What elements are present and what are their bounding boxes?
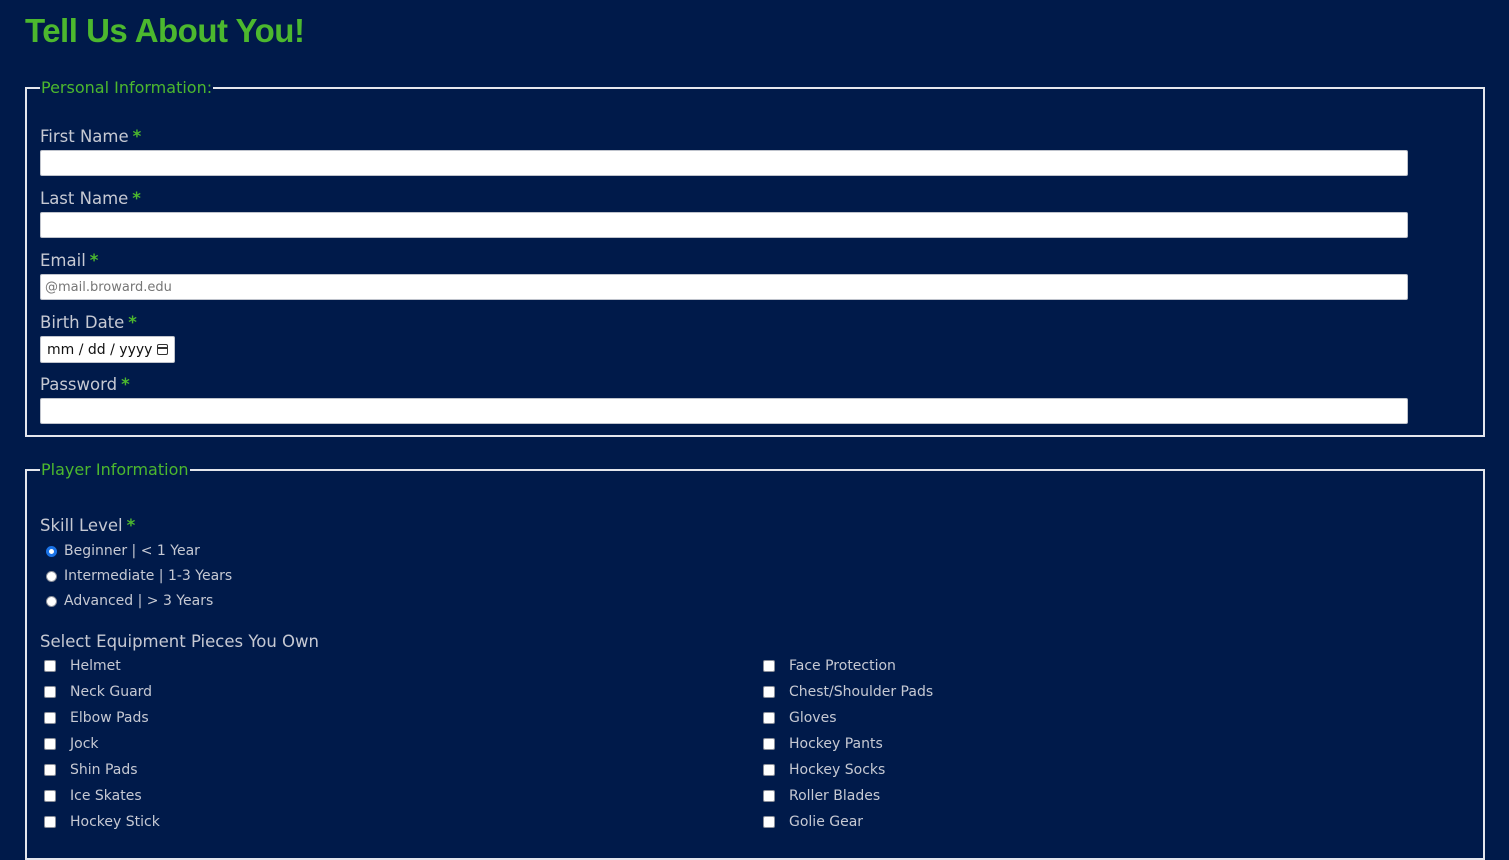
checkbox[interactable] (763, 712, 775, 724)
personal-information-fieldset: Personal Information: First Name * Last N… (25, 78, 1485, 437)
checkbox[interactable] (763, 686, 775, 698)
checkbox[interactable] (44, 686, 56, 698)
first-name-label: First Name * (40, 127, 141, 146)
required-marker: * (89, 251, 99, 270)
equipment-item[interactable]: Golie Gear (763, 814, 863, 830)
checkbox[interactable] (763, 790, 775, 802)
equipment-item[interactable]: Face Protection (763, 658, 896, 674)
checkbox[interactable] (44, 816, 56, 828)
checkbox[interactable] (44, 790, 56, 802)
player-information-legend: Player Information (41, 460, 189, 479)
last-name-label-text: Last Name (40, 189, 129, 208)
checkbox[interactable] (763, 764, 775, 776)
equipment-item-label: Helmet (70, 658, 121, 674)
first-name-input[interactable] (40, 150, 1408, 176)
player-information-fieldset: Player Information Skill Level * Beginner… (25, 460, 1485, 860)
skill-level-label-text: Skill Level (40, 516, 123, 535)
skill-level-label: Skill Level * (40, 516, 135, 535)
equipment-item-label: Shin Pads (70, 762, 138, 778)
equipment-item-label: Hockey Stick (70, 814, 160, 830)
password-label-text: Password (40, 375, 118, 394)
radio-button[interactable] (46, 595, 57, 607)
birth-date-input[interactable]: mm / dd / yyyy (40, 336, 175, 363)
equipment-item[interactable]: Hockey Pants (763, 736, 883, 752)
equipment-item-label: Gloves (789, 710, 837, 726)
equipment-item-label: Chest/Shoulder Pads (789, 684, 934, 700)
required-marker: * (126, 516, 136, 535)
equipment-label: Select Equipment Pieces You Own (40, 632, 319, 651)
email-label: Email * (40, 251, 98, 270)
skill-option-label: Advanced | > 3 Years (64, 593, 214, 609)
equipment-item-label: Neck Guard (70, 684, 153, 700)
equipment-item-label: Golie Gear (789, 814, 864, 830)
equipment-item-label: Roller Blades (789, 788, 881, 804)
birth-date-label: Birth Date * (40, 313, 137, 332)
equipment-item[interactable]: Hockey Socks (763, 762, 885, 778)
calendar-icon[interactable] (157, 344, 168, 355)
equipment-item[interactable]: Hockey Stick (44, 814, 160, 830)
checkbox[interactable] (763, 738, 775, 750)
equipment-item[interactable]: Helmet (44, 658, 121, 674)
last-name-label: Last Name * (40, 189, 141, 208)
checkbox[interactable] (763, 660, 775, 672)
skill-option-label: Intermediate | 1-3 Years (64, 568, 233, 584)
equipment-item[interactable]: Chest/Shoulder Pads (763, 684, 933, 700)
equipment-item-label: Ice Skates (70, 788, 142, 804)
checkbox[interactable] (44, 764, 56, 776)
checkbox[interactable] (44, 660, 56, 672)
skill-option-intermediate[interactable]: Intermediate | 1-3 Years (40, 568, 232, 584)
equipment-item-label: Hockey Pants (789, 736, 883, 752)
password-label: Password * (40, 375, 130, 394)
birth-date-placeholder: mm / dd / yyyy (47, 341, 153, 358)
last-name-input[interactable] (40, 212, 1408, 238)
equipment-item[interactable]: Roller Blades (763, 788, 880, 804)
required-marker: * (132, 189, 141, 208)
required-marker: * (128, 313, 137, 332)
personal-information-legend: Personal Information: (41, 78, 213, 97)
first-name-label-text: First Name (40, 127, 129, 146)
required-marker: * (132, 127, 142, 146)
birth-date-label-text: Birth Date (40, 313, 125, 332)
equipment-item-label: Elbow Pads (70, 710, 149, 726)
equipment-item[interactable]: Gloves (763, 710, 837, 726)
skill-option-beginner[interactable]: Beginner | < 1 Year (40, 543, 200, 559)
equipment-item[interactable]: Jock (44, 736, 99, 752)
equipment-item-label: Face Protection (789, 658, 896, 674)
email-input[interactable] (40, 274, 1408, 300)
radio-button[interactable] (46, 570, 57, 582)
checkbox[interactable] (44, 712, 56, 724)
skill-option-advanced[interactable]: Advanced | > 3 Years (40, 593, 213, 609)
equipment-item[interactable]: Shin Pads (44, 762, 138, 778)
equipment-item[interactable]: Ice Skates (44, 788, 142, 804)
equipment-item-label: Hockey Socks (789, 762, 886, 778)
checkbox[interactable] (763, 816, 775, 828)
page-title: Tell Us About You! (25, 12, 305, 49)
equipment-item[interactable]: Elbow Pads (44, 710, 149, 726)
password-input[interactable] (40, 398, 1408, 424)
skill-option-label: Beginner | < 1 Year (64, 543, 200, 559)
email-label-text: Email (40, 251, 86, 270)
equipment-item-label: Jock (70, 736, 99, 752)
equipment-item[interactable]: Neck Guard (44, 684, 152, 700)
radio-button-selected[interactable] (46, 545, 57, 557)
required-marker: * (121, 375, 130, 394)
checkbox[interactable] (44, 738, 56, 750)
